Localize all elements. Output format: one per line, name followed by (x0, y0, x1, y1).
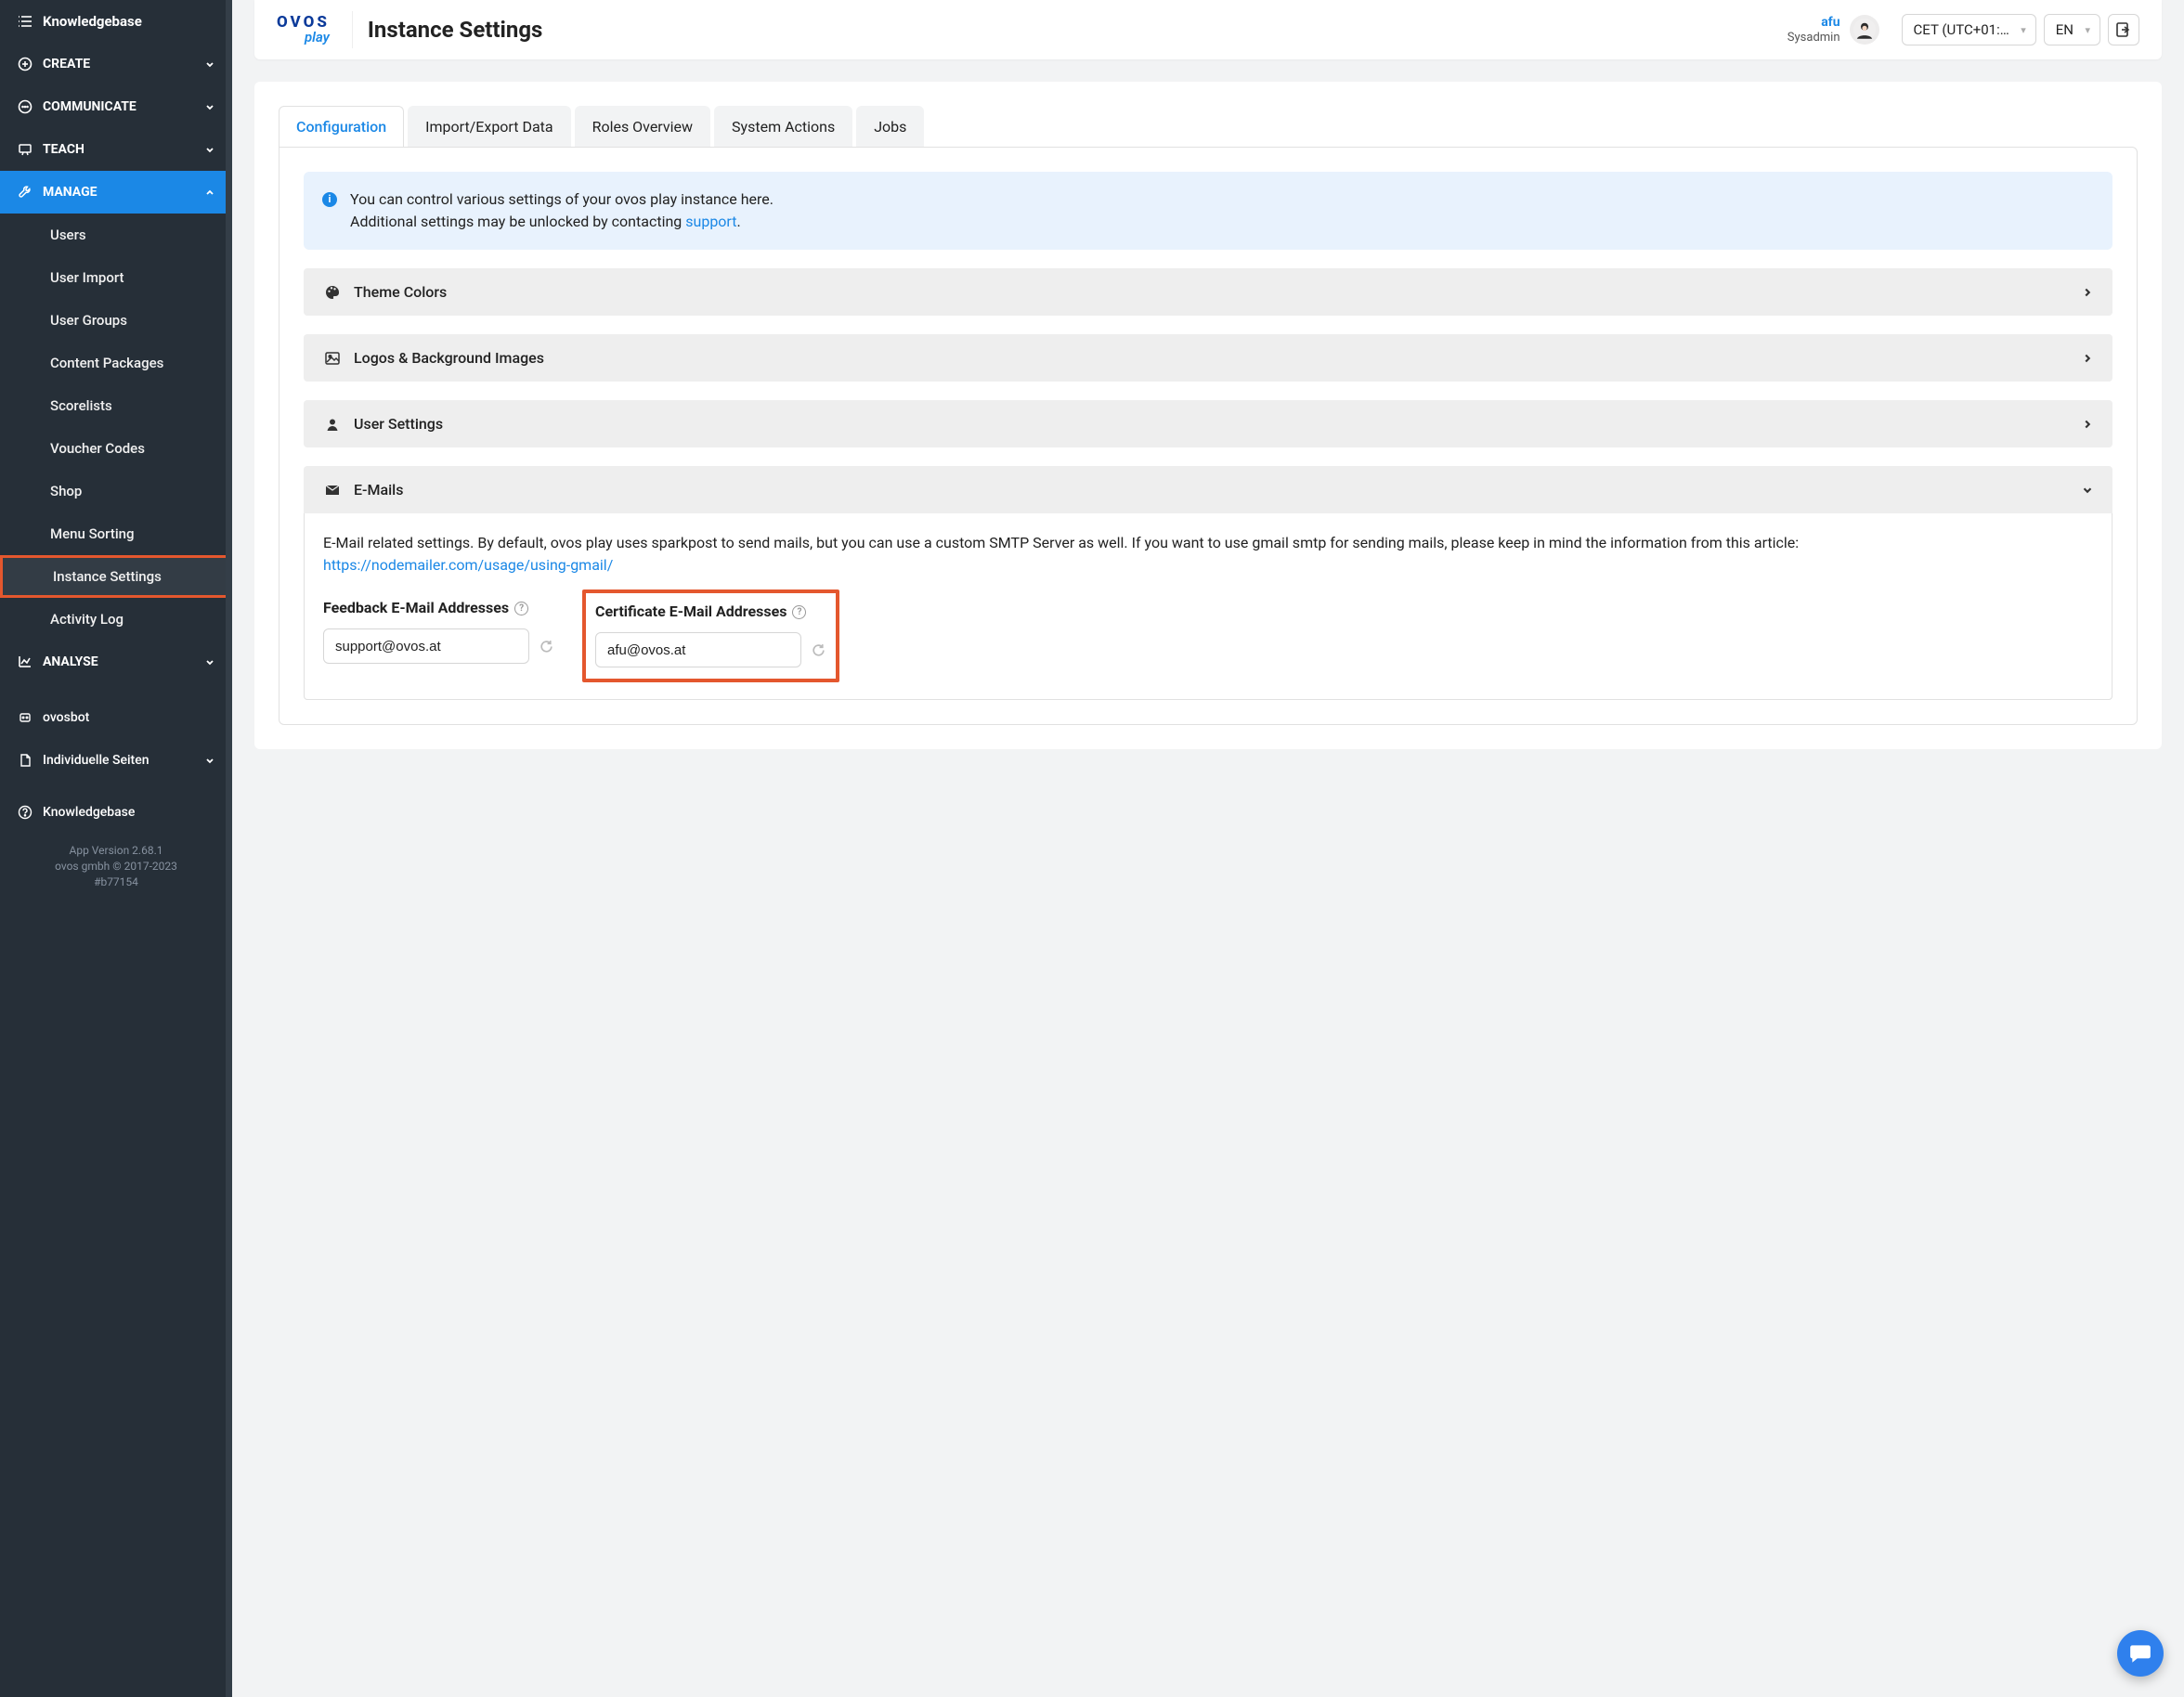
file-icon (17, 753, 33, 768)
chevron-down-icon (2081, 484, 2094, 497)
gmail-link[interactable]: https://nodemailer.com/usage/using-gmail… (323, 556, 613, 574)
sidebar-sub-user-groups[interactable]: User Groups (0, 299, 232, 342)
info-icon: i (322, 192, 337, 207)
sidebar-item-create[interactable]: CREATE (0, 43, 232, 85)
sidebar-bottom-knowledgebase[interactable]: Knowledgebase (0, 791, 232, 834)
chevron-down-icon (204, 58, 215, 70)
accordion-header-user-settings[interactable]: User Settings (304, 400, 2112, 447)
sidebar-sub-voucher-codes[interactable]: Voucher Codes (0, 427, 232, 470)
accordion-theme-colors: Theme Colors (304, 268, 2112, 316)
chevron-down-icon: ▾ (2085, 24, 2090, 36)
sidebar-item-manage[interactable]: MANAGE (0, 171, 232, 214)
tab-jobs[interactable]: Jobs (856, 106, 924, 147)
topbar: OVOS play Instance Settings afu Sysadmin… (254, 0, 2162, 59)
user-block[interactable]: afu Sysadmin (1788, 15, 1840, 45)
page-title: Instance Settings (368, 17, 542, 43)
sidebar-sub-content-packages[interactable]: Content Packages (0, 342, 232, 384)
palette-icon (322, 284, 343, 301)
sidebar-top-knowledgebase[interactable]: Knowledgebase (0, 0, 232, 43)
sidebar-item-teach[interactable]: TEACH (0, 128, 232, 171)
timezone-select[interactable]: CET (UTC+01:… ▾ (1902, 14, 2036, 45)
help-icon[interactable]: ? (514, 602, 528, 615)
accordion-header-logos[interactable]: Logos & Background Images (304, 334, 2112, 382)
sidebar-item-label: MANAGE (43, 185, 98, 200)
plus-circle-icon (17, 57, 33, 71)
sidebar-footer: App Version 2.68.1 ovos gmbh © 2017-2023… (0, 834, 232, 906)
speech-icon (17, 99, 33, 114)
sidebar-item-label: COMMUNICATE (43, 99, 136, 114)
refresh-icon[interactable] (811, 642, 826, 658)
sidebar-top-label: Knowledgebase (43, 13, 142, 30)
user-role: Sysadmin (1788, 31, 1840, 45)
tab-roles-overview[interactable]: Roles Overview (575, 106, 710, 147)
sidebar-bottom-ovosbot[interactable]: ovosbot (0, 696, 232, 739)
sidebar-sub-menu-sorting[interactable]: Menu Sorting (0, 512, 232, 555)
support-link[interactable]: support (685, 213, 736, 230)
wrench-icon (17, 185, 33, 200)
logo: OVOS play (277, 15, 330, 45)
chevron-down-icon (204, 656, 215, 667)
sidebar-sub-user-import[interactable]: User Import (0, 256, 232, 299)
chevron-right-icon (2081, 418, 2094, 431)
tab-import-export[interactable]: Import/Export Data (408, 106, 570, 147)
accordion-body-emails: E-Mail related settings. By default, ovo… (304, 513, 2112, 700)
refresh-icon[interactable] (539, 639, 554, 654)
sidebar-bottom-pages[interactable]: Individuelle Seiten (0, 739, 232, 782)
sidebar-item-label: TEACH (43, 142, 84, 157)
envelope-icon (322, 482, 343, 499)
content-card: Configuration Import/Export Data Roles O… (254, 82, 2162, 749)
language-select[interactable]: EN ▾ (2044, 14, 2100, 45)
logout-button[interactable] (2108, 14, 2139, 45)
presentation-icon (17, 142, 33, 157)
chevron-down-icon: ▾ (2021, 24, 2026, 36)
accordion-emails: E-Mails E-Mail related settings. By defa… (304, 466, 2112, 700)
avatar[interactable] (1850, 15, 1879, 45)
feedback-email-input[interactable] (323, 628, 529, 664)
robot-icon (17, 710, 33, 725)
sidebar-sub-shop[interactable]: Shop (0, 470, 232, 512)
accordion-header-theme[interactable]: Theme Colors (304, 268, 2112, 316)
sidebar-scrollbar[interactable] (226, 0, 232, 1697)
sidebar-sub-users[interactable]: Users (0, 214, 232, 256)
accordion-logos: Logos & Background Images (304, 334, 2112, 382)
chat-widget[interactable] (2117, 1630, 2164, 1677)
tab-body: i You can control various settings of yo… (279, 147, 2138, 725)
image-icon (322, 350, 343, 367)
accordion-header-emails[interactable]: E-Mails (304, 466, 2112, 513)
chevron-right-icon (2081, 286, 2094, 299)
chevron-right-icon (2081, 352, 2094, 365)
help-icon[interactable]: ? (792, 605, 806, 619)
sidebar-item-label: CREATE (43, 57, 90, 71)
sidebar-item-label: ANALYSE (43, 654, 98, 669)
certificate-email-label: Certificate E-Mail Addresses ? (595, 601, 826, 623)
chart-icon (17, 654, 33, 669)
chevron-down-icon (204, 101, 215, 112)
list-icon (17, 14, 33, 29)
chevron-up-icon (204, 187, 215, 198)
feedback-email-group: Feedback E-Mail Addresses ? (323, 597, 554, 671)
user-name: afu (1788, 15, 1840, 31)
sidebar-sub-activity-log[interactable]: Activity Log (0, 598, 232, 641)
user-icon (322, 417, 343, 432)
tabs: Configuration Import/Export Data Roles O… (279, 106, 2138, 147)
sidebar-sub-scorelists[interactable]: Scorelists (0, 384, 232, 427)
sidebar: Knowledgebase CREATE COMMUNICATE TEACH (0, 0, 232, 1697)
certificate-email-group: Certificate E-Mail Addresses ? (582, 589, 839, 682)
chevron-down-icon (204, 755, 215, 766)
sidebar-item-analyse[interactable]: ANALYSE (0, 641, 232, 683)
accordion-user-settings: User Settings (304, 400, 2112, 447)
certificate-email-input[interactable] (595, 632, 801, 667)
tab-configuration[interactable]: Configuration (279, 106, 404, 147)
sidebar-sub-instance-settings[interactable]: Instance Settings (0, 555, 232, 598)
tab-system-actions[interactable]: System Actions (714, 106, 852, 147)
chevron-down-icon (204, 144, 215, 155)
info-box: i You can control various settings of yo… (304, 172, 2112, 250)
help-circle-icon (17, 805, 33, 820)
sidebar-item-communicate[interactable]: COMMUNICATE (0, 85, 232, 128)
feedback-email-label: Feedback E-Mail Addresses ? (323, 597, 554, 619)
